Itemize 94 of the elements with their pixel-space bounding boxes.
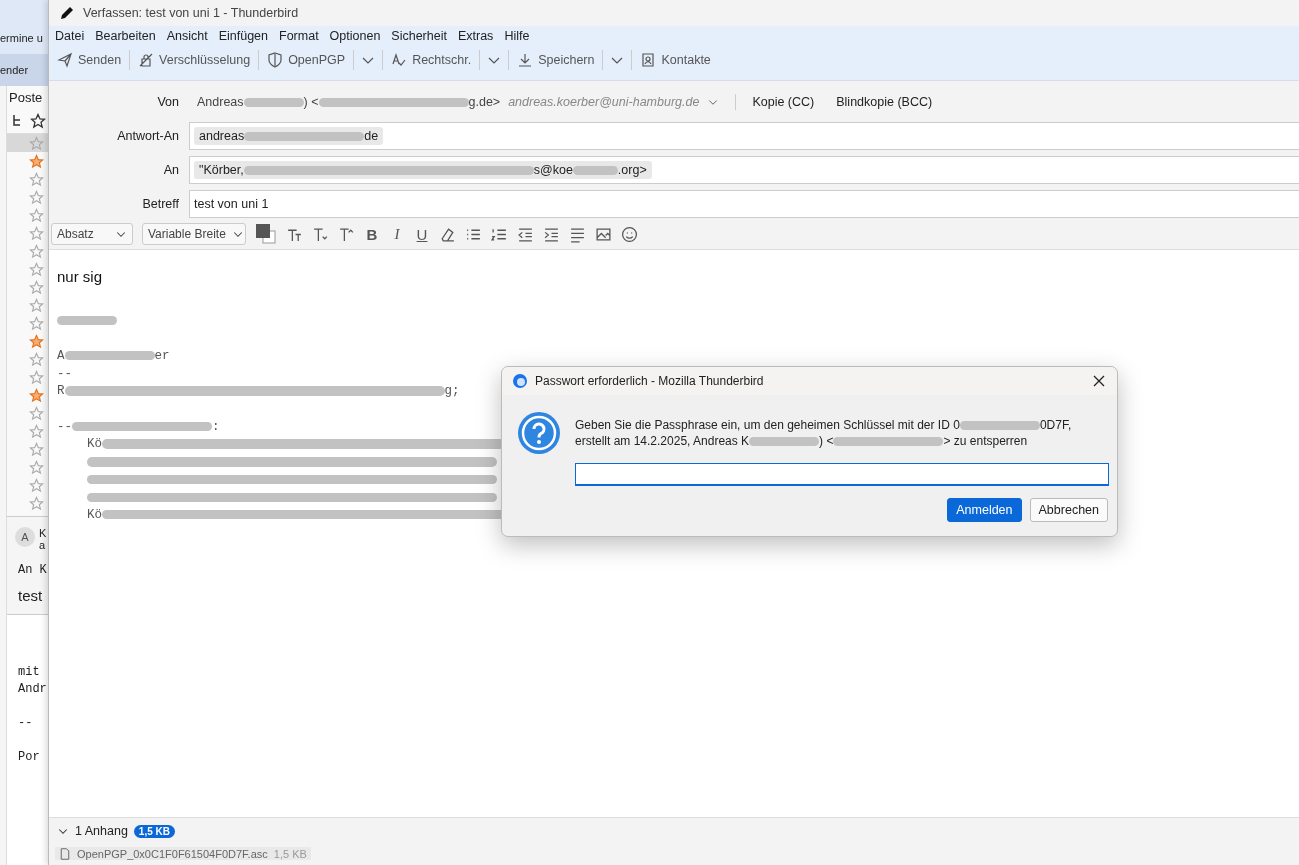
star-icon[interactable] [29,225,44,241]
toolbar-button[interactable]: OpenPGP [265,48,348,72]
message-text: Por [18,750,40,764]
toolbar-button[interactable]: Speichern [515,48,597,72]
star-icon[interactable] [29,441,44,457]
download-icon [517,52,534,68]
bird-logo-icon [512,373,528,389]
sender-name: K [39,527,47,539]
dialog-message: Geben Sie die Passphrase ein, um den geheimen Schlüssel mit der ID 0 0D7F, erstellt am 14.2.2025, Andreas K ) < > zu entsperren [575,417,1073,449]
cancel-button[interactable]: Abbrechen [1029,498,1108,522]
menu-item[interactable]: Sicherheit [391,29,447,43]
recipient-pill[interactable]: "Körber, s@koe .org> [194,161,652,179]
field-label: An [162,163,179,177]
star-icon[interactable] [29,405,44,421]
smiley-icon[interactable] [621,225,638,243]
send-icon [57,52,73,68]
toolbar-button[interactable]: Senden [55,48,124,72]
attachment-size-badge: 1,5 KB [133,824,175,838]
field-label: Betreff [141,197,179,211]
signature-text: -- [57,366,72,381]
star-icon[interactable] [30,113,46,130]
signature-text: R g; [57,384,460,399]
close-icon[interactable] [1091,373,1107,389]
star-icon[interactable] [29,279,44,295]
crossed-lock-icon [138,52,155,68]
menu-item[interactable]: Format [279,29,319,43]
toolbar-button[interactable]: Rechtschr. [389,48,474,72]
star-icon[interactable] [29,189,44,205]
menu-item[interactable]: Optionen [329,29,381,43]
star-icon[interactable] [29,153,44,169]
underline-button[interactable]: U [414,225,430,243]
attachment-item[interactable]: OpenPGP_0x0C1F0F61504F0D7F.asc 1,5 KB [55,847,311,860]
spellcheck-icon [391,52,408,68]
star-icon[interactable] [29,477,44,493]
star-icon[interactable] [29,387,44,403]
redaction-mark [57,315,117,326]
attachment-count[interactable]: 1 Anhang [75,824,128,838]
recipient-pill[interactable]: andreas de [194,127,384,145]
star-icon[interactable] [29,495,44,511]
dialog-title: Passwort erforderlich - Mozilla Thunderbird [535,374,764,388]
star-icon[interactable] [29,423,44,439]
message-text: -- [18,716,33,730]
bold-button[interactable]: B [364,225,380,243]
subject-field[interactable]: test von uni 1 [189,190,1299,218]
address-field[interactable]: "Körber, s@koe .org> [189,156,1299,184]
star-icon[interactable] [29,243,44,259]
signature-text: A er [57,348,170,363]
star-icon[interactable] [29,297,44,313]
message-text: mit [18,665,40,679]
color-picker-icon[interactable] [255,223,277,245]
star-icon[interactable] [29,333,44,349]
question-icon [517,411,561,455]
menu-item[interactable]: Hilfe [504,29,530,43]
field-label: Von [156,95,179,109]
pencil-icon [59,5,75,21]
star-icon[interactable] [29,369,44,385]
field-label: Antwort-An [116,129,179,143]
eraser-icon[interactable] [439,225,456,243]
sender-address: a [39,539,47,551]
passphrase-field[interactable] [575,463,1109,486]
shield-icon [267,52,284,68]
font-select[interactable]: Variable Breite [142,223,246,245]
file-icon [59,847,71,860]
menu-item[interactable]: Datei [55,29,85,43]
italic-button[interactable]: I [389,225,405,243]
star-icon[interactable] [29,261,44,277]
contact-card-icon [640,52,657,68]
menu-item[interactable]: Bearbeiten [95,29,156,43]
window-title: Verfassen: test von uni 1 - Thunderbird [83,6,299,20]
menu-item[interactable]: Einfügen [218,29,268,43]
star-icon[interactable] [29,207,44,223]
star-icon[interactable] [29,351,44,367]
tab-label[interactable]: ender [0,64,29,77]
star-icon[interactable] [29,171,44,187]
bcc-button[interactable]: Blindkopie (BCC) [836,95,933,109]
cc-button[interactable]: Kopie (CC) [752,95,815,109]
star-icon[interactable] [29,459,44,475]
toolbar-button[interactable]: Verschlüsselung [136,48,253,72]
message-text: nur sig [57,267,103,285]
recipient-line: An K [17,562,48,577]
sender-identity-dropdown[interactable]: Andreas ) < g.de> andreas.koerber@uni-hamburg.de [189,95,720,109]
confirm-button[interactable]: Anmelden [947,498,1022,522]
star-icon[interactable] [29,135,44,151]
avatar: A [15,527,35,547]
folder-title: Poste [8,89,44,108]
menu-item[interactable]: Ansicht [166,29,208,43]
address-field[interactable]: andreas de [189,122,1299,150]
message-text: Andr [18,682,47,696]
tab-label[interactable]: ermine u [0,32,48,55]
toolbar-button[interactable]: Kontakte [638,48,713,72]
menu-item[interactable]: Extras [457,29,494,43]
paragraph-format-select[interactable]: Absatz [51,223,133,245]
signature-text: -- : [57,419,220,434]
star-icon[interactable] [29,315,44,331]
